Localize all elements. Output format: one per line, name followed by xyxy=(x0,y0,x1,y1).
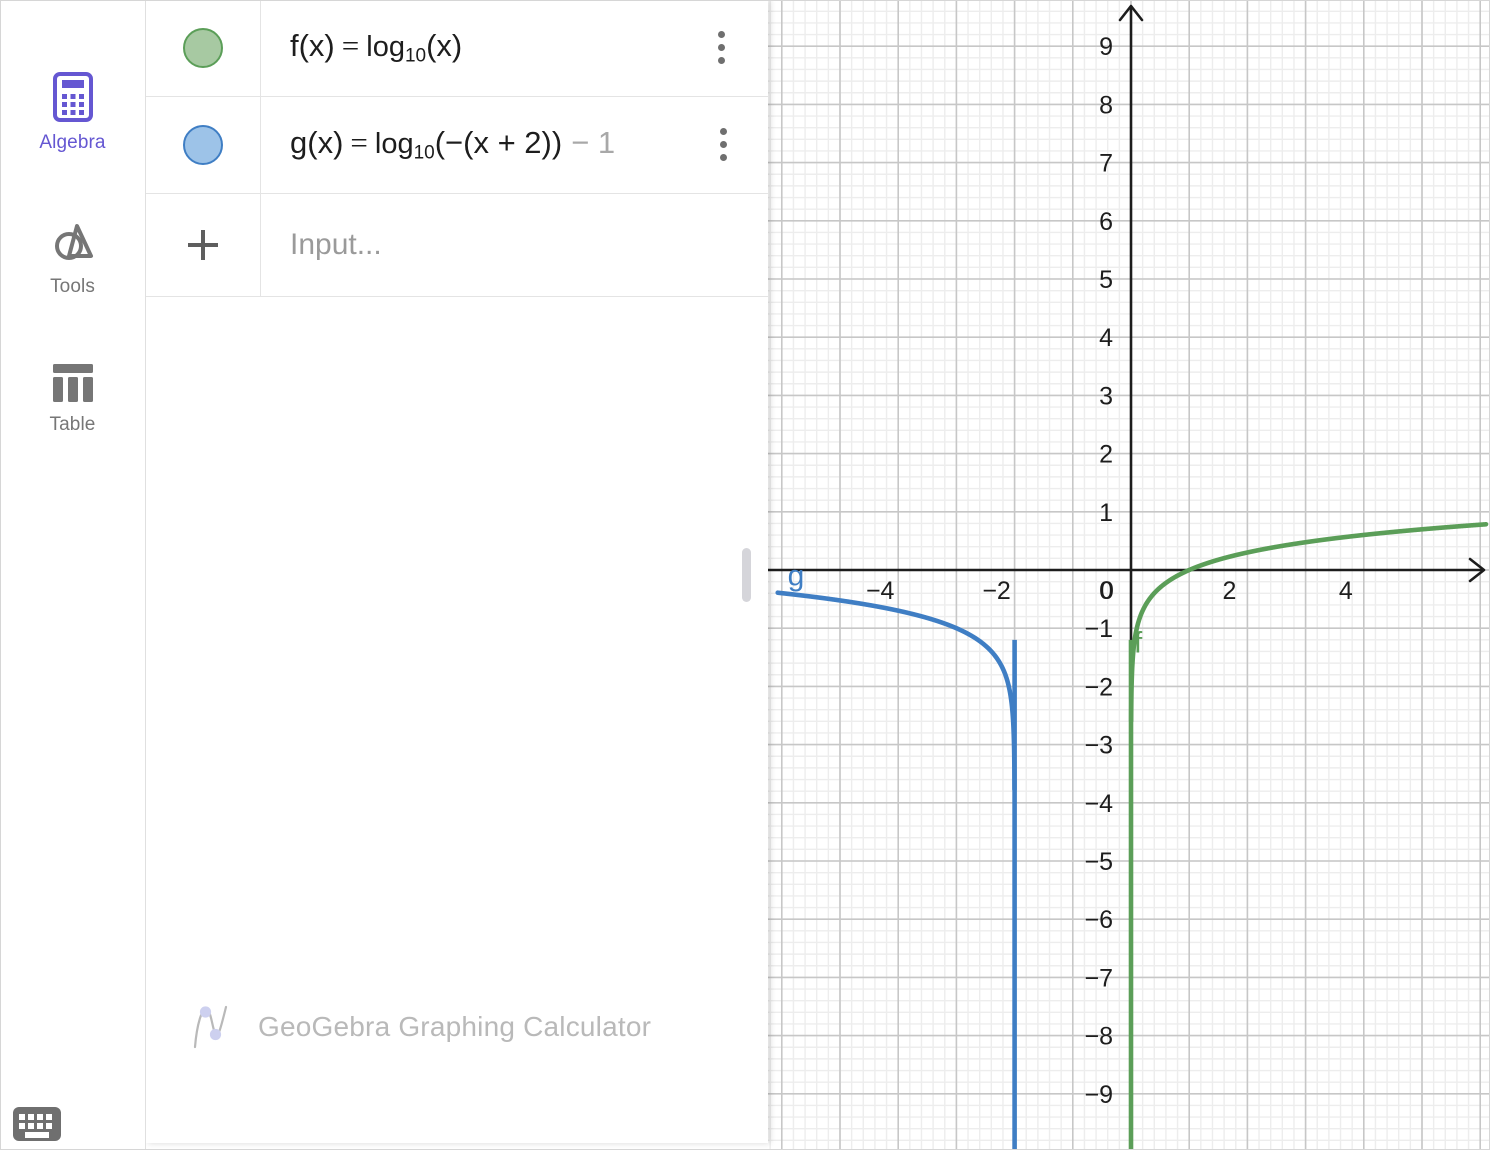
algebra-row-g[interactable]: g(x) = log10(−(x + 2)) − 1 xyxy=(146,97,768,194)
keyboard-toggle-button[interactable] xyxy=(12,1105,62,1143)
svg-text:2: 2 xyxy=(1099,441,1113,469)
app-branding: GeoGebra Graphing Calculator xyxy=(190,1003,651,1051)
svg-text:5: 5 xyxy=(1099,266,1113,294)
more-vertical-icon-f[interactable] xyxy=(710,31,732,65)
sidebar-item-table[interactable]: Table xyxy=(0,362,145,436)
graphics-view[interactable]: −4 −2 0 2 4 9 8 7 6 5 4 3 2 1 −1 −2 −3 −4 −5 −6 −7 −8 −9 0 fg xyxy=(768,0,1490,1150)
app-title: GeoGebra Graphing Calculator xyxy=(258,1011,652,1042)
sidebar-item-algebra[interactable]: Algebra xyxy=(0,72,145,154)
svg-text:−8: −8 xyxy=(1084,1023,1113,1051)
svg-text:−2: −2 xyxy=(1084,673,1113,701)
expression-f-fn: log xyxy=(366,31,405,64)
svg-text:4: 4 xyxy=(1099,324,1113,352)
calculator-icon xyxy=(52,72,93,122)
expression-f-lhs: f(x) xyxy=(290,28,335,64)
svg-text:g: g xyxy=(788,560,805,593)
more-vertical-icon-g[interactable] xyxy=(712,128,734,162)
svg-text:−5: −5 xyxy=(1084,848,1113,876)
algebra-row-f[interactable]: f(x) = log10(x) xyxy=(146,0,768,97)
sidebar-item-tools-label: Tools xyxy=(50,276,95,297)
expression-f-arg: (x) xyxy=(426,28,463,64)
expression-g-equals: = xyxy=(350,125,368,161)
expression-f-base: 10 xyxy=(404,45,427,67)
sidebar-item-table-label: Table xyxy=(49,414,96,435)
svg-text:0: 0 xyxy=(1099,577,1113,605)
color-dot-f[interactable] xyxy=(183,28,223,68)
curve-labels: fg xyxy=(788,560,1143,660)
expression-f-equals: = xyxy=(341,28,360,64)
svg-text:1: 1 xyxy=(1099,499,1113,527)
table-icon xyxy=(52,364,93,402)
plus-icon xyxy=(188,230,218,260)
marker-cell-f xyxy=(146,0,261,96)
expression-f[interactable]: f(x) = log10(x) xyxy=(261,28,768,67)
tools-icon xyxy=(54,224,93,260)
expression-g-arg: (−(x + 2)) xyxy=(434,125,563,161)
marker-cell-g xyxy=(146,97,261,193)
geogebra-app-window: −4 −2 0 2 4 9 8 7 6 5 4 3 2 1 −1 −2 −3 −4 −5 −6 −7 −8 −9 0 fg f… xyxy=(0,0,1490,1150)
algebra-panel: f(x) = log10(x) g(x) = log10(−(x + 2)) − 1 xyxy=(146,0,768,1143)
expression-g-fn: log xyxy=(374,128,414,161)
svg-text:−6: −6 xyxy=(1084,906,1113,934)
expression-g-tail: − 1 xyxy=(571,125,616,161)
svg-text:3: 3 xyxy=(1099,382,1113,410)
svg-text:8: 8 xyxy=(1099,91,1113,119)
svg-text:7: 7 xyxy=(1099,150,1113,178)
svg-text:4: 4 xyxy=(1339,577,1353,605)
svg-text:−3: −3 xyxy=(1084,732,1113,760)
expression-input[interactable]: Input... xyxy=(261,228,768,262)
svg-text:f: f xyxy=(1134,627,1143,660)
svg-text:9: 9 xyxy=(1099,33,1113,61)
color-dot-g[interactable] xyxy=(183,125,223,165)
svg-text:−9: −9 xyxy=(1084,1081,1113,1109)
sidebar-item-tools[interactable]: Tools xyxy=(0,218,145,298)
svg-text:6: 6 xyxy=(1099,208,1113,236)
panel-resize-handle[interactable] xyxy=(742,548,751,602)
svg-text:−2: −2 xyxy=(982,577,1011,605)
sidebar-item-algebra-label: Algebra xyxy=(39,132,106,153)
curve-f[interactable] xyxy=(1128,521,1489,724)
geogebra-curve-logo-icon xyxy=(193,1005,228,1049)
svg-text:−4: −4 xyxy=(1084,790,1113,818)
algebra-input-row[interactable]: Input... xyxy=(146,194,768,297)
svg-text:−1: −1 xyxy=(1084,615,1113,643)
expression-g-base: 10 xyxy=(413,142,435,164)
svg-text:2: 2 xyxy=(1222,577,1236,605)
add-expression-button[interactable] xyxy=(146,194,261,296)
keyboard-icon xyxy=(13,1107,61,1141)
left-navigation-rail: Algebra Tools Table xyxy=(0,0,146,1150)
svg-text:−7: −7 xyxy=(1084,964,1113,992)
expression-g[interactable]: g(x) = log10(−(x + 2)) − 1 xyxy=(261,125,768,164)
svg-text:−4: −4 xyxy=(866,577,895,605)
expression-g-lhs: g(x) xyxy=(290,125,344,161)
coordinate-plane[interactable]: −4 −2 0 2 4987654321−1−2−3−4−5−6−7−8−90 fg xyxy=(768,0,1490,1150)
